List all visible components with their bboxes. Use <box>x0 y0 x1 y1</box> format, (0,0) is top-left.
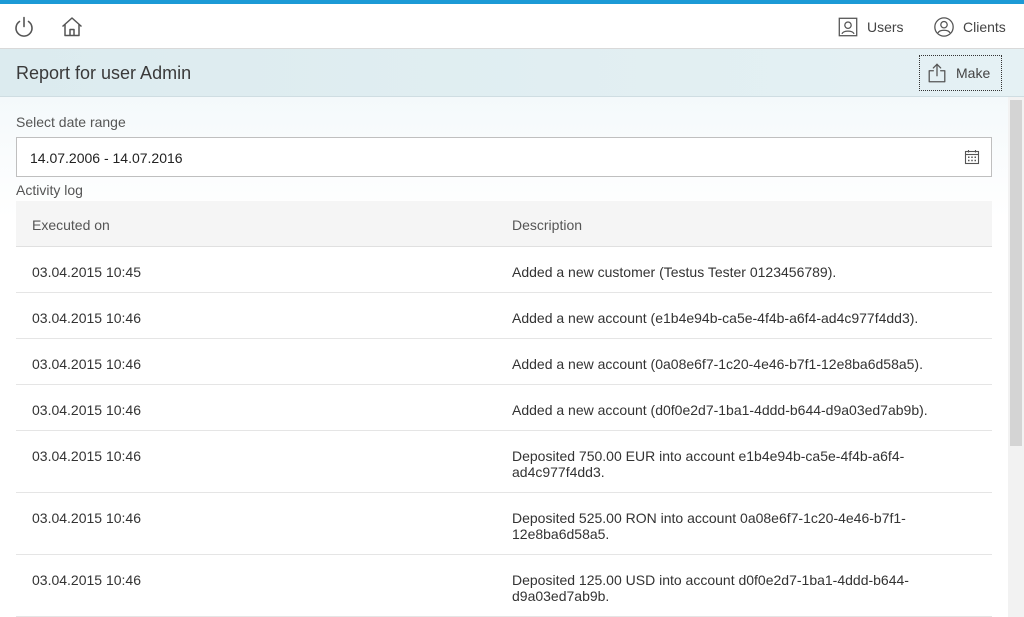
table-row[interactable]: 03.04.2015 10:46 Deposited 750.00 EUR in… <box>16 431 992 493</box>
cell-description: Added a new account (d0f0e2d7-1ba1-4ddd-… <box>512 402 928 418</box>
users-label: Users <box>867 19 904 35</box>
table-row[interactable]: 03.04.2015 10:46 Added a new account (e1… <box>16 293 992 339</box>
clients-label: Clients <box>963 19 1006 35</box>
make-label: Make <box>956 65 991 81</box>
cell-executed-on: 03.04.2015 10:46 <box>32 310 141 326</box>
date-range-label: Select date range <box>16 114 126 130</box>
date-range-value: 14.07.2006 - 14.07.2016 <box>30 150 183 166</box>
date-range-input[interactable]: 14.07.2006 - 14.07.2016 <box>16 137 992 177</box>
calendar-icon[interactable] <box>964 149 980 165</box>
scrollbar-thumb[interactable] <box>1010 100 1022 446</box>
cell-description: Added a new account (e1b4e94b-ca5e-4f4b-… <box>512 310 919 326</box>
cell-description: Deposited 525.00 RON into account 0a08e6… <box>512 510 906 542</box>
page-title: Report for user Admin <box>16 63 192 83</box>
cell-executed-on: 03.04.2015 10:45 <box>32 264 141 280</box>
column-header-executed-on[interactable]: Executed on <box>32 217 110 233</box>
activity-log-table: Executed on Description 03.04.2015 10:45… <box>16 201 992 617</box>
client-avatar-icon <box>934 17 954 37</box>
cell-description: Added a new customer (Testus Tester 0123… <box>512 264 837 280</box>
user-badge-icon <box>838 17 858 37</box>
make-report-button[interactable]: Make <box>919 55 1002 91</box>
cell-description: Deposited 750.00 EUR into account e1b4e9… <box>512 448 905 480</box>
clients-link[interactable]: Clients <box>933 13 1006 41</box>
table-row[interactable]: 03.04.2015 10:45 Added a new customer (T… <box>16 247 992 293</box>
users-link[interactable]: Users <box>837 13 904 41</box>
cell-executed-on: 03.04.2015 10:46 <box>32 572 141 588</box>
cell-description: Added a new account (0a08e6f7-1c20-4e46-… <box>512 356 923 372</box>
column-header-description[interactable]: Description <box>512 217 582 233</box>
table-row[interactable]: 03.04.2015 10:46 Added a new account (0a… <box>16 339 992 385</box>
top-bar: Users Clients <box>0 0 1024 49</box>
cell-executed-on: 03.04.2015 10:46 <box>32 402 141 418</box>
cell-executed-on: 03.04.2015 10:46 <box>32 356 141 372</box>
table-row[interactable]: 03.04.2015 10:46 Added a new account (d0… <box>16 385 992 431</box>
table-header: Executed on Description <box>16 201 992 247</box>
table-row[interactable]: 03.04.2015 10:46 Deposited 125.00 USD in… <box>16 555 992 617</box>
cell-description: Deposited 125.00 USD into account d0f0e2… <box>512 572 909 604</box>
home-icon[interactable] <box>58 13 86 41</box>
table-row[interactable]: 03.04.2015 10:46 Deposited 525.00 RON in… <box>16 493 992 555</box>
power-icon[interactable] <box>10 13 38 41</box>
page-header: Report for user Admin Make <box>0 49 1024 97</box>
cell-executed-on: 03.04.2015 10:46 <box>32 448 141 464</box>
cell-executed-on: 03.04.2015 10:46 <box>32 510 141 526</box>
activity-log-label: Activity log <box>16 182 83 198</box>
share-upload-icon <box>928 63 946 83</box>
